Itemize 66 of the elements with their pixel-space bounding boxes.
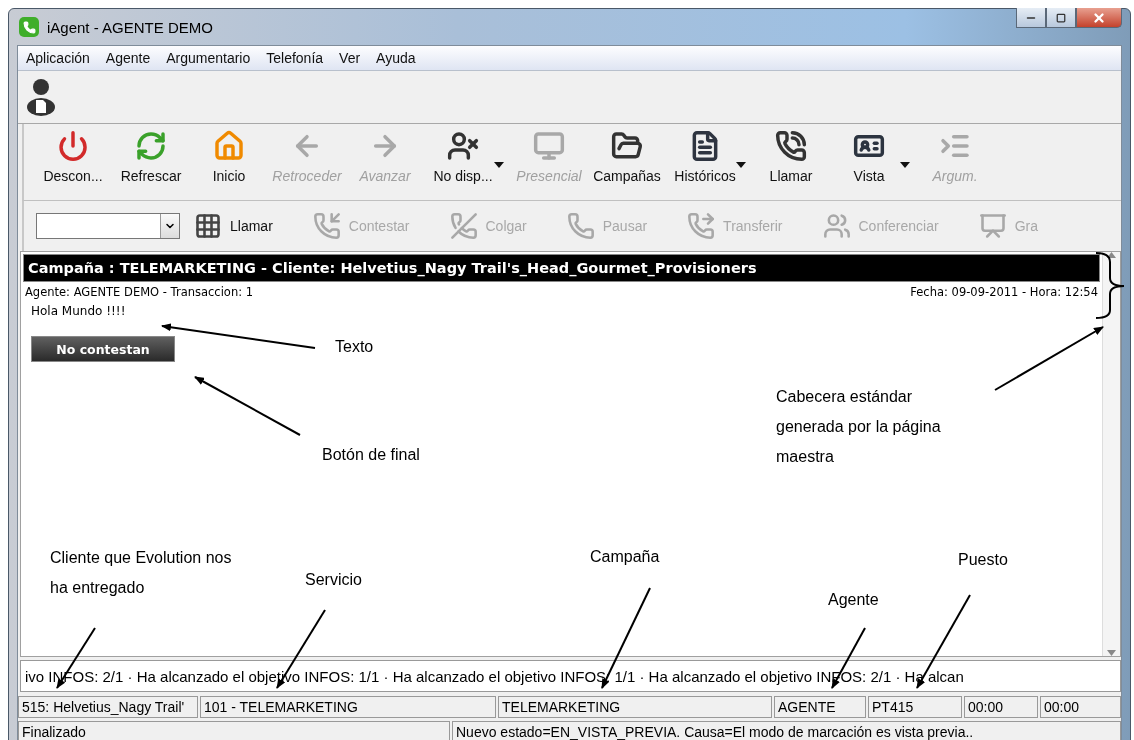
panel-header: Campaña : TELEMARKETING - Cliente: Helvetius_Nagy Trail's_Head_Gourmet_Provisioners (23, 254, 1100, 282)
power-icon (57, 130, 89, 162)
menu-item[interactable]: Agente (105, 50, 151, 66)
close-icon (1092, 10, 1106, 25)
screen-icon (978, 212, 1007, 240)
caret-icon[interactable] (736, 162, 746, 168)
toolbar-button[interactable]: Refrescar (112, 124, 190, 184)
annotation-label: Agente (828, 590, 880, 610)
script-text: Hola Mundo !!!! (30, 303, 127, 320)
scrollbar[interactable] (1102, 252, 1120, 656)
annotation-label: Campaña (590, 547, 661, 567)
refresh-icon (135, 130, 167, 162)
user-x-icon (447, 130, 479, 162)
window-title: iAgent - AGENTE DEMO (47, 18, 214, 36)
phone-forward-icon (687, 212, 716, 240)
status-cell: 00:00 (964, 696, 1038, 718)
annotation-label: Texto (335, 337, 375, 357)
phone-off-icon (449, 212, 478, 240)
phone-icon (566, 212, 595, 240)
phone-icon (312, 212, 341, 240)
close-button[interactable] (1076, 8, 1122, 28)
keypad-icon (194, 212, 222, 240)
user-document-icon[interactable] (26, 78, 56, 116)
scroll-down-icon[interactable] (1107, 650, 1116, 656)
phone-app-icon (19, 17, 39, 37)
status-cell: 515: Helvetius_Nagy Trail' (18, 696, 198, 718)
maximize-button[interactable] (1046, 8, 1076, 28)
status-cell: 101 - TELEMARKETING (200, 696, 496, 718)
toolbar-button[interactable]: Vista (830, 124, 908, 184)
status-cell: 00:00 (1040, 696, 1121, 718)
status-cell: TELEMARKETING (498, 696, 772, 718)
toolbar-button[interactable]: Llamar (752, 124, 830, 184)
dropdown-button[interactable] (160, 214, 179, 238)
annotation-label: Cabecera estándar generada por la página maestra (776, 387, 942, 467)
status-cell: Nuevo estado=EN_VISTA_PREVIA. Causa=El modo de marcación es vista previa.. (452, 721, 1121, 740)
status-cell: PT415 (868, 696, 962, 718)
toolbar-button[interactable]: Inicio (190, 124, 268, 184)
toolbar-button[interactable]: Descon... (34, 124, 112, 184)
annotation-label: Puesto (958, 550, 1009, 570)
monitor-icon (533, 130, 565, 162)
toolbar-button[interactable]: Campañas (588, 124, 666, 184)
menu-item[interactable]: Telefonía (266, 50, 324, 66)
status-cell: Finalizado (18, 721, 450, 740)
toolbar-button[interactable]: No disp... (424, 124, 502, 184)
end-button[interactable]: No contestan (31, 336, 175, 362)
home-icon (213, 130, 245, 162)
annotation-label: Servicio (305, 570, 363, 590)
annotation-label: Cliente que Evolution nos ha entregado (50, 548, 233, 598)
menu-item[interactable]: Ayuda (376, 50, 416, 66)
caret-icon[interactable] (900, 162, 910, 168)
caret-icon[interactable] (494, 162, 504, 168)
phone-icon (775, 130, 807, 162)
date-time-info: Fecha: 09-09-2011 - Hora: 12:54 (910, 285, 1098, 299)
annotation-label: Botón de final (322, 445, 421, 465)
maximize-icon (1056, 12, 1066, 23)
scroll-up-icon[interactable] (1107, 252, 1116, 258)
menu-item[interactable]: Argumentario (166, 50, 251, 66)
people-icon (822, 212, 851, 240)
status-cell: AGENTE (774, 696, 866, 718)
menu-item[interactable]: Aplicación (26, 50, 90, 66)
number-combo-field[interactable] (36, 213, 180, 239)
call-button[interactable]: Llamar (194, 212, 273, 240)
minimize-button[interactable] (1016, 8, 1046, 28)
menu-item[interactable]: Ver (339, 50, 361, 66)
agent-info: Agente: AGENTE DEMO - Transaccion: 1 (25, 285, 254, 299)
toolbar-button[interactable]: Históricos (666, 124, 744, 184)
